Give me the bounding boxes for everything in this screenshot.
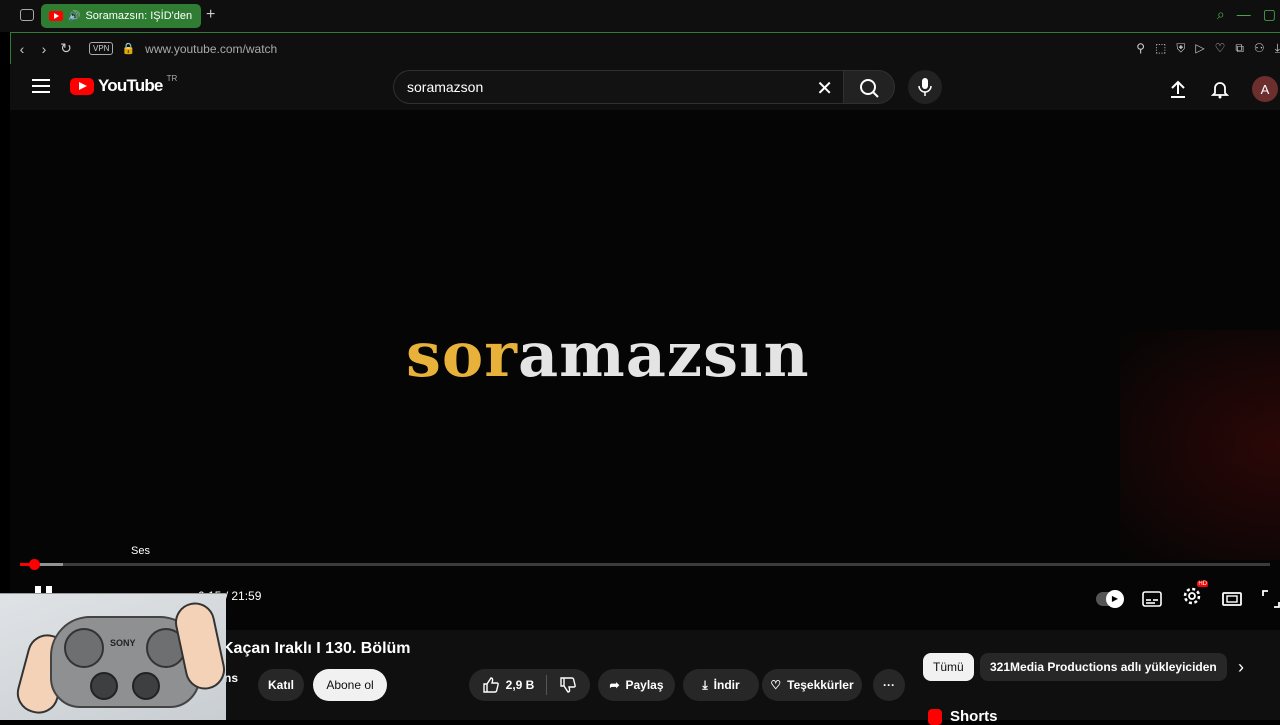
shorts-icon — [928, 708, 942, 725]
search-icon — [860, 79, 879, 98]
autoplay-toggle[interactable] — [1096, 589, 1124, 608]
avatar[interactable]: A — [1252, 76, 1278, 102]
window-controls: ⌕ — ▢ — [1217, 6, 1276, 23]
download-label: İndir — [713, 678, 740, 692]
back-icon[interactable]: ‹ — [11, 41, 33, 57]
microphone-icon — [918, 78, 932, 96]
settings-button[interactable]: HD — [1182, 581, 1208, 611]
active-tab[interactable]: 🔊 Soramazsın: IŞİD'den — [41, 4, 201, 28]
tab-manager-icon[interactable] — [20, 9, 34, 21]
video-player[interactable]: soramazsın Ses 0:15 / 21:59 HD — [10, 110, 1280, 630]
download-arrow-icon: ⤓ — [702, 677, 708, 692]
chip-uploader[interactable]: 321Media Productions adlı yükleyiciden — [980, 653, 1227, 681]
upload-icon[interactable] — [1168, 79, 1188, 99]
thumbs-down-icon[interactable] — [559, 676, 577, 694]
channel-name[interactable]: ns — [224, 671, 238, 685]
share-button[interactable]: ➦ Paylaş — [598, 669, 675, 701]
browser-tab-bar: 🔊 Soramazsın: IŞİD'den + ⌕ — ▢ — [0, 0, 1280, 32]
video-frame-glow — [1120, 330, 1280, 560]
extensions-icon[interactable]: ⧉ — [1235, 41, 1244, 56]
brand-part-white: amazsın — [517, 318, 810, 391]
chevron-right-icon[interactable]: › — [1238, 657, 1244, 678]
search-input[interactable]: soramazson ✕ — [393, 70, 843, 104]
menu-icon[interactable] — [32, 79, 50, 93]
address-bar-actions: ⚲ ⬚ ⛨ ▷ ♡ ⧉ ⚇ ⤓ — [1136, 41, 1280, 56]
like-count[interactable]: 2,9 B — [506, 678, 535, 692]
thumbs-up-icon[interactable] — [482, 676, 500, 694]
more-actions-button[interactable]: ··· — [873, 669, 905, 701]
volume-tooltip: Ses — [131, 545, 150, 557]
minimize-icon[interactable]: — — [1237, 6, 1251, 23]
video-title: Kaçan Iraklı I 130. Bölüm — [222, 640, 411, 657]
new-tab-button[interactable]: + — [206, 6, 215, 24]
subscribe-button[interactable]: Abone ol — [313, 669, 387, 701]
chip-all[interactable]: Tümü — [923, 653, 974, 681]
fullscreen-icon[interactable] — [1262, 589, 1280, 608]
tab-title: Soramazsın: IŞİD'den — [85, 10, 193, 22]
join-button[interactable]: Katıl — [258, 669, 304, 701]
theater-mode-icon[interactable] — [1222, 591, 1242, 607]
lock-icon[interactable]: 🔒 — [121, 42, 135, 55]
country-code: TR — [166, 73, 178, 83]
share-label: Paylaş — [625, 678, 664, 692]
search-value: soramazson — [407, 79, 484, 95]
brand-part-yellow: sor — [406, 318, 518, 391]
youtube-play-icon — [70, 77, 94, 95]
pin-icon[interactable]: ⚲ — [1136, 41, 1145, 56]
player-right-controls: HD — [1096, 581, 1280, 611]
speaker-icon[interactable]: 🔊 — [68, 11, 80, 22]
left-stick — [90, 672, 118, 700]
header-actions: A — [1168, 76, 1280, 102]
thanks-button[interactable]: ♡ Teşekkürler — [762, 669, 862, 701]
thanks-label: Teşekkürler — [787, 678, 854, 692]
profile-icon[interactable]: ⚇ — [1254, 41, 1265, 56]
scrubber-handle[interactable] — [28, 559, 40, 570]
player-icon[interactable]: ▷ — [1195, 41, 1204, 56]
snapshot-icon[interactable]: ⬚ — [1155, 41, 1166, 56]
subtitles-icon[interactable] — [1142, 590, 1162, 607]
notifications-bell-icon[interactable] — [1210, 79, 1230, 99]
maximize-icon[interactable]: ▢ — [1263, 6, 1276, 23]
webcam-overlay: SONY — [0, 593, 226, 720]
youtube-header: YouTube TR soramazson ✕ A — [10, 64, 1280, 110]
reload-icon[interactable]: ↻ — [55, 40, 77, 57]
right-stick — [132, 672, 160, 700]
download-button[interactable]: ⤓ İndir — [683, 669, 759, 701]
vpn-badge[interactable]: VPN — [89, 42, 114, 55]
hd-badge: HD — [1197, 581, 1208, 587]
like-separator — [546, 675, 548, 695]
gear-icon — [1183, 587, 1201, 605]
logo-text: YouTube — [98, 76, 163, 95]
gamepad-brand: SONY — [110, 638, 136, 648]
heart-dollar-icon: ♡ — [770, 678, 782, 692]
download-icon[interactable]: ⤓ — [1275, 41, 1280, 56]
voice-search-button[interactable] — [908, 70, 942, 104]
address-bar: ‹ › ↻ VPN 🔒 www.youtube.com/watch ⚲ ⬚ ⛨ … — [10, 32, 1280, 64]
shorts-label: Shorts — [950, 708, 998, 725]
video-brand-title: soramazsın — [406, 318, 810, 391]
dpad-area — [64, 628, 104, 668]
youtube-logo[interactable]: YouTube TR — [70, 73, 178, 96]
shorts-section-header: Shorts — [928, 708, 998, 725]
like-dislike-group: 2,9 B — [469, 669, 590, 701]
url-field[interactable]: www.youtube.com/watch — [145, 42, 277, 56]
progress-bar[interactable] — [20, 559, 1270, 570]
share-icon: ➦ — [609, 678, 620, 692]
search-icon[interactable]: ⌕ — [1217, 6, 1225, 23]
forward-icon[interactable]: › — [33, 41, 55, 57]
search-button[interactable] — [843, 70, 895, 104]
clear-search-icon[interactable]: ✕ — [816, 76, 833, 101]
youtube-favicon-icon — [49, 11, 63, 21]
shield-icon[interactable]: ⛨ — [1176, 41, 1185, 56]
heart-icon[interactable]: ♡ — [1215, 41, 1226, 56]
